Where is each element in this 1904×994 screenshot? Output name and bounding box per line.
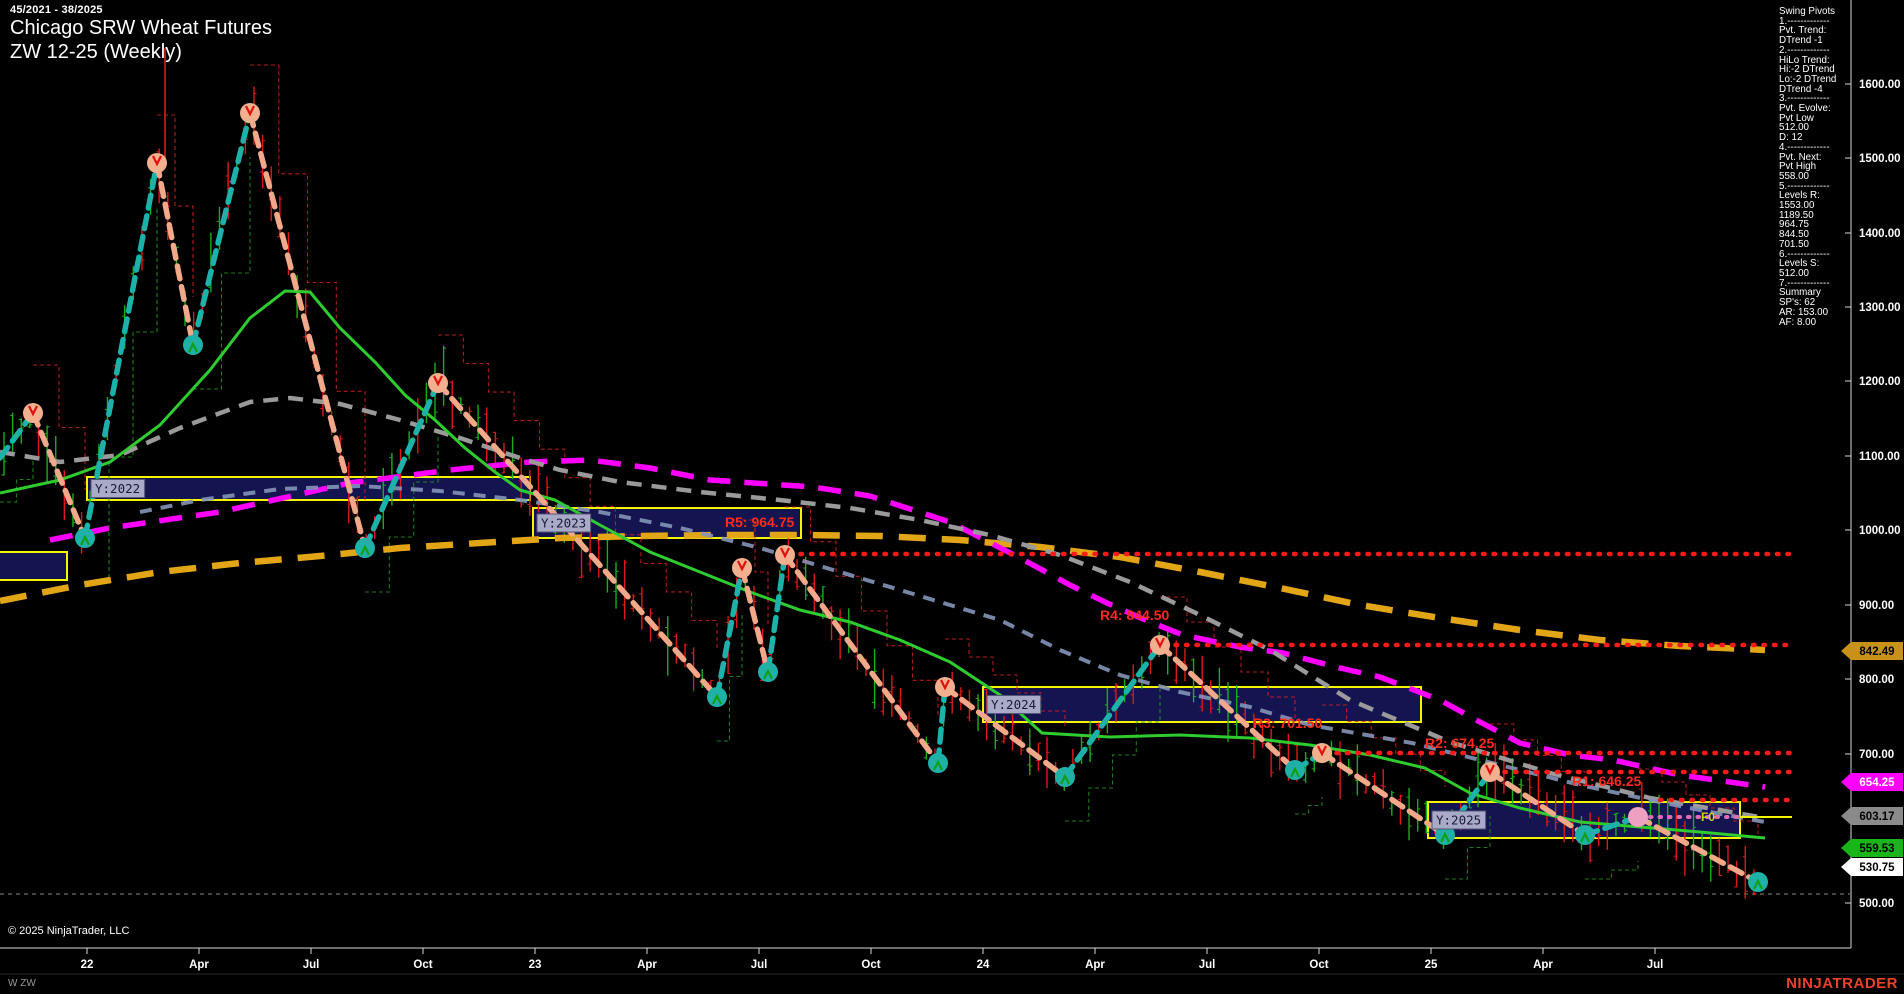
time-tick-label: Jul <box>1647 959 1664 971</box>
time-tick-label: Oct <box>861 959 880 971</box>
chart-canvas[interactable]: Y:2022 Y:2023 Y:2024 Y:2025 R5: 964.75 R4: 84… <box>0 0 1904 994</box>
price-tick-label: 1100.00 <box>1859 451 1900 463</box>
time-tick-label: Apr <box>1085 959 1105 971</box>
time-tick-label: 23 <box>529 959 542 971</box>
price-tag-value: 530.75 <box>1859 862 1895 874</box>
time-tick-label: Jul <box>303 959 320 971</box>
level-label-R3: R3: 701.50 <box>1253 715 1322 731</box>
time-tick-label: Oct <box>1309 959 1328 971</box>
time-tick-label: Jul <box>1199 959 1216 971</box>
ma-gray <box>0 398 1765 818</box>
svg-text:Y:2023: Y:2023 <box>541 516 586 531</box>
price-tag-value: 842.49 <box>1859 646 1894 658</box>
swing-pivots-panel: Swing Pivots1.-------------Pvt. Trend:DT… <box>1779 7 1849 327</box>
price-tick-label: 800.00 <box>1859 674 1894 686</box>
level-labels: R5: 964.75 R4: 844.50 R3: 701.50 R2: 674.25… <box>725 514 1715 824</box>
time-tick-label: Oct <box>413 959 432 971</box>
level-label-R2: R2: 674.25 <box>1425 735 1494 751</box>
price-tick-label: 1400.00 <box>1859 228 1901 240</box>
level-label-R5: R5: 964.75 <box>725 514 794 530</box>
price-tick-label: 1200.00 <box>1859 376 1901 388</box>
time-tick-label: Apr <box>1533 959 1553 971</box>
price-tag-value: 654.25 <box>1859 777 1895 789</box>
chart-header: 45/2021 - 38/2025 Chicago SRW Wheat Futu… <box>10 4 272 64</box>
price-tick-label: 1300.00 <box>1859 302 1901 314</box>
time-tick-label: 24 <box>977 959 990 971</box>
level-label-R4: R4: 844.50 <box>1100 607 1169 623</box>
year-box <box>0 552 67 580</box>
price-tick-label: 500.00 <box>1859 898 1894 910</box>
f0-label: F0 <box>1701 810 1715 824</box>
copyright-label: © 2025 NinjaTrader, LLC <box>8 925 129 937</box>
svg-text:Y:2022: Y:2022 <box>95 481 140 496</box>
ninjatrader-chart-window: { "header": { "range": "45/2021 - 38/202… <box>0 0 1904 994</box>
instrument-title: Chicago SRW Wheat Futures <box>10 16 272 40</box>
date-range-label: 45/2021 - 38/2025 <box>10 4 272 16</box>
trailing-stop-staircases <box>0 65 1758 879</box>
time-tick-label: Apr <box>189 959 209 971</box>
time-tick-label: Apr <box>637 959 657 971</box>
price-tag-value: 603.17 <box>1859 811 1894 823</box>
swing-panel-line: AF: 8.00 <box>1779 318 1849 328</box>
ninjatrader-logo: NINJATRADER <box>1786 975 1898 992</box>
instrument-tab-label[interactable]: W ZW <box>8 978 36 989</box>
ma-magenta <box>50 460 1765 787</box>
time-tick-label: 25 <box>1425 959 1438 971</box>
price-tick-label: 1500.00 <box>1859 153 1901 165</box>
svg-text:Y:2025: Y:2025 <box>1436 813 1481 828</box>
price-tick-label: 700.00 <box>1859 749 1894 761</box>
time-tick-label: 22 <box>81 959 94 971</box>
price-tick-label: 900.00 <box>1859 600 1894 612</box>
contract-title: ZW 12-25 (Weekly) <box>10 40 272 64</box>
pivot-low-marker[interactable] <box>1628 807 1648 827</box>
svg-text:Y:2024: Y:2024 <box>991 697 1036 712</box>
level-label-R1: R1: 646.25 <box>1572 773 1641 789</box>
time-tick-label: Jul <box>751 959 768 971</box>
price-tag-value: 559.53 <box>1859 843 1894 855</box>
moving-averages <box>0 291 1765 838</box>
price-tick-label: 1000.00 <box>1859 525 1901 537</box>
price-tick-label: 1600.00 <box>1859 79 1901 91</box>
